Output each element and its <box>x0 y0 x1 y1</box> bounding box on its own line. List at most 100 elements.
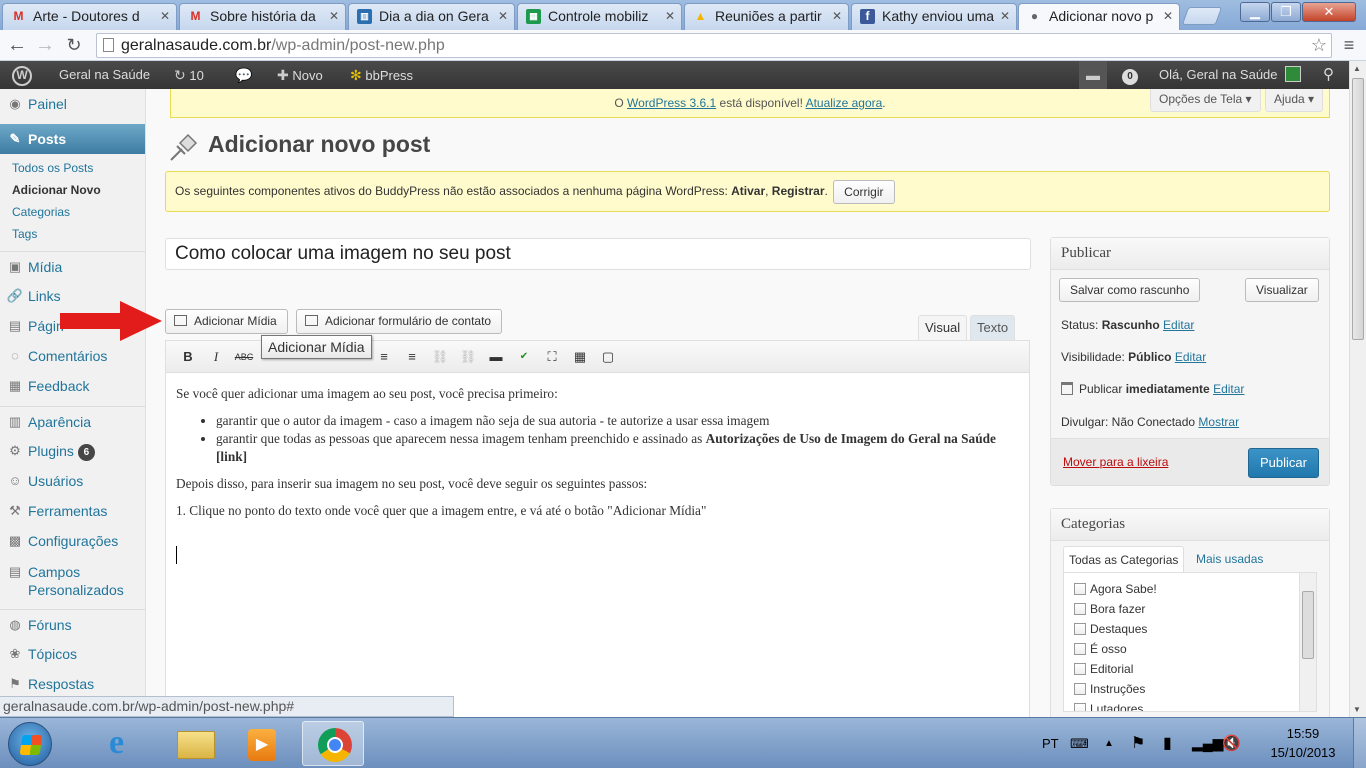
checkbox[interactable] <box>1074 703 1086 711</box>
menu-topics[interactable]: ❀ Tópicos <box>0 639 145 669</box>
menu-users[interactable]: ☺ Usuários <box>0 466 145 496</box>
start-button[interactable] <box>8 722 52 766</box>
strikethrough-icon[interactable]: ABC <box>234 347 254 367</box>
site-name-link[interactable]: Geral na Saúde <box>59 61 150 89</box>
edit-schedule-link[interactable]: Editar <box>1213 382 1244 396</box>
menu-settings[interactable]: ▩ Configurações <box>0 526 145 556</box>
file-explorer-icon[interactable] <box>165 721 227 766</box>
browser-tab[interactable]: f Kathy enviou uma ✕ <box>851 3 1017 30</box>
network-icon[interactable]: ▂▄▆ <box>1192 718 1223 768</box>
category-item[interactable]: Destaques <box>1074 622 1147 636</box>
close-tab-icon[interactable]: ✕ <box>1163 4 1173 28</box>
page-scrollbar[interactable]: ▲ ▼ <box>1349 61 1366 717</box>
browser-tab[interactable]: ▥ Dia a dia on Gera ✕ <box>348 3 515 30</box>
editor-content[interactable]: Se você quer adicionar uma imagem ao seu… <box>176 385 1021 529</box>
close-tab-icon[interactable]: ✕ <box>665 4 675 28</box>
checkbox[interactable] <box>1074 683 1086 695</box>
reload-icon[interactable]: ↻ <box>63 34 85 56</box>
paste-icon[interactable]: ▢ <box>598 347 618 367</box>
address-bar[interactable]: geralnasaude.com.br/wp-admin/post-new.ph… <box>96 33 1332 58</box>
volume-muted-icon[interactable]: 🔇 <box>1222 718 1241 768</box>
italic-icon[interactable]: I <box>206 347 226 367</box>
screen-options-button[interactable]: Opções de Tela ▾ <box>1150 89 1261 112</box>
internet-explorer-icon[interactable]: e <box>95 721 157 766</box>
tab-visual[interactable]: Visual <box>918 315 968 341</box>
close-tab-icon[interactable]: ✕ <box>498 4 508 28</box>
add-contact-form-button[interactable]: Adicionar formulário de contato <box>296 309 503 334</box>
browser-tab[interactable]: M Sobre história da ✕ <box>179 3 346 30</box>
link-icon[interactable]: ⛓ <box>430 347 450 367</box>
close-tab-icon[interactable]: ✕ <box>329 4 339 28</box>
category-item[interactable]: Agora Sabe! <box>1074 582 1157 596</box>
checkbox[interactable] <box>1074 663 1086 675</box>
browser-tab-active[interactable]: ● Adicionar novo p ✕ <box>1018 3 1180 31</box>
checkbox[interactable] <box>1074 603 1086 615</box>
unlink-icon[interactable]: ⛓ <box>458 347 478 367</box>
menu-plugins[interactable]: ⚙ Plugins 6 <box>0 436 145 466</box>
move-to-trash-link[interactable]: Mover para a lixeira <box>1063 455 1168 469</box>
forward-icon[interactable]: → <box>34 34 56 56</box>
submenu-tags[interactable]: Tags <box>12 227 37 241</box>
updates-link[interactable]: ↻ 10 <box>174 61 204 89</box>
browser-tab[interactable]: ▦ Controle mobiliz ✕ <box>517 3 682 30</box>
restore-button[interactable]: ❐ <box>1271 2 1301 22</box>
tab-most-used[interactable]: Mais usadas <box>1191 546 1268 572</box>
show-share-link[interactable]: Mostrar <box>1198 415 1239 429</box>
chrome-icon[interactable] <box>302 721 364 766</box>
show-desktop-button[interactable] <box>1353 718 1366 768</box>
menu-feedback[interactable]: ▦ Feedback <box>0 371 145 401</box>
scroll-up-icon[interactable]: ▲ <box>1353 64 1361 73</box>
new-tab-button[interactable] <box>1181 7 1223 25</box>
menu-comments[interactable]: ◌ Comentários <box>0 341 145 371</box>
wordpress-logo-icon[interactable]: W <box>12 61 32 89</box>
update-now-link[interactable]: Atualize agora <box>806 96 883 110</box>
publish-button[interactable]: Publicar <box>1248 448 1319 478</box>
keyboard-icon[interactable]: ⌨ <box>1070 718 1089 768</box>
tab-all-categories[interactable]: Todas as Categorias <box>1063 546 1185 572</box>
system-clock[interactable]: 15:59 15/10/2013 <box>1260 724 1346 762</box>
menu-forums[interactable]: ◍ Fóruns <box>0 609 145 639</box>
bold-icon[interactable]: B <box>178 347 198 367</box>
preview-button[interactable]: Visualizar <box>1245 278 1319 302</box>
submenu-all-posts[interactable]: Todos os Posts <box>12 161 93 175</box>
category-item[interactable]: Bora fazer <box>1074 602 1145 616</box>
scroll-thumb[interactable] <box>1302 591 1314 659</box>
browser-tab[interactable]: ▲ Reuniões a partir ✕ <box>684 3 849 30</box>
close-tab-icon[interactable]: ✕ <box>1000 4 1010 28</box>
media-player-icon[interactable]: ▶ <box>232 721 294 766</box>
menu-custom-fields[interactable]: ▤ Campos Personalizados <box>0 556 145 598</box>
menu-media[interactable]: ▣ Mídia <box>0 251 145 281</box>
language-indicator[interactable]: PT <box>1042 718 1059 768</box>
menu-dashboard[interactable]: ◉ Painel <box>0 89 145 119</box>
tab-text[interactable]: Texto <box>970 315 1016 341</box>
category-item[interactable]: Editorial <box>1074 662 1133 676</box>
search-icon[interactable]: ⚲ <box>1323 61 1334 89</box>
checkbox[interactable] <box>1074 583 1086 595</box>
tray-expand-icon[interactable]: ▲ <box>1104 718 1114 768</box>
close-tab-icon[interactable]: ✕ <box>832 4 842 28</box>
new-content-link[interactable]: ✚ Novo <box>277 61 323 89</box>
kitchen-sink-icon[interactable]: ▦ <box>570 347 590 367</box>
notes-icon[interactable]: ▬ <box>1079 61 1107 89</box>
edit-visibility-link[interactable]: Editar <box>1175 350 1206 364</box>
browser-tab[interactable]: M Arte - Doutores d ✕ <box>2 3 177 30</box>
fix-button[interactable]: Corrigir <box>833 179 895 204</box>
menu-icon[interactable]: ≡ <box>1338 34 1360 56</box>
notifications-link[interactable]: 0 <box>1122 61 1138 89</box>
menu-posts[interactable]: ✎ Posts <box>0 124 145 154</box>
scroll-thumb[interactable] <box>1352 78 1364 340</box>
help-button[interactable]: Ajuda ▾ <box>1265 89 1324 112</box>
save-draft-button[interactable]: Salvar como rascunho <box>1059 278 1201 302</box>
bbpress-link[interactable]: ✻ bbPress <box>350 61 413 89</box>
category-scrollbar[interactable] <box>1299 573 1316 711</box>
menu-appearance[interactable]: ▥ Aparência <box>0 406 145 436</box>
account-greeting[interactable]: Olá, Geral na Saúde <box>1159 61 1302 89</box>
bookmark-star-icon[interactable]: ☆ <box>1311 34 1327 57</box>
spellcheck-icon[interactable]: ✔ <box>514 347 534 367</box>
menu-replies[interactable]: ⚑ Respostas <box>0 669 145 699</box>
submenu-categories[interactable]: Categorias <box>12 205 70 219</box>
checkbox[interactable] <box>1074 623 1086 635</box>
post-title-input[interactable]: Como colocar uma imagem no seu post <box>165 238 1031 270</box>
close-window-button[interactable]: ✕ <box>1302 2 1356 22</box>
more-tag-icon[interactable]: ▬ <box>486 347 506 367</box>
